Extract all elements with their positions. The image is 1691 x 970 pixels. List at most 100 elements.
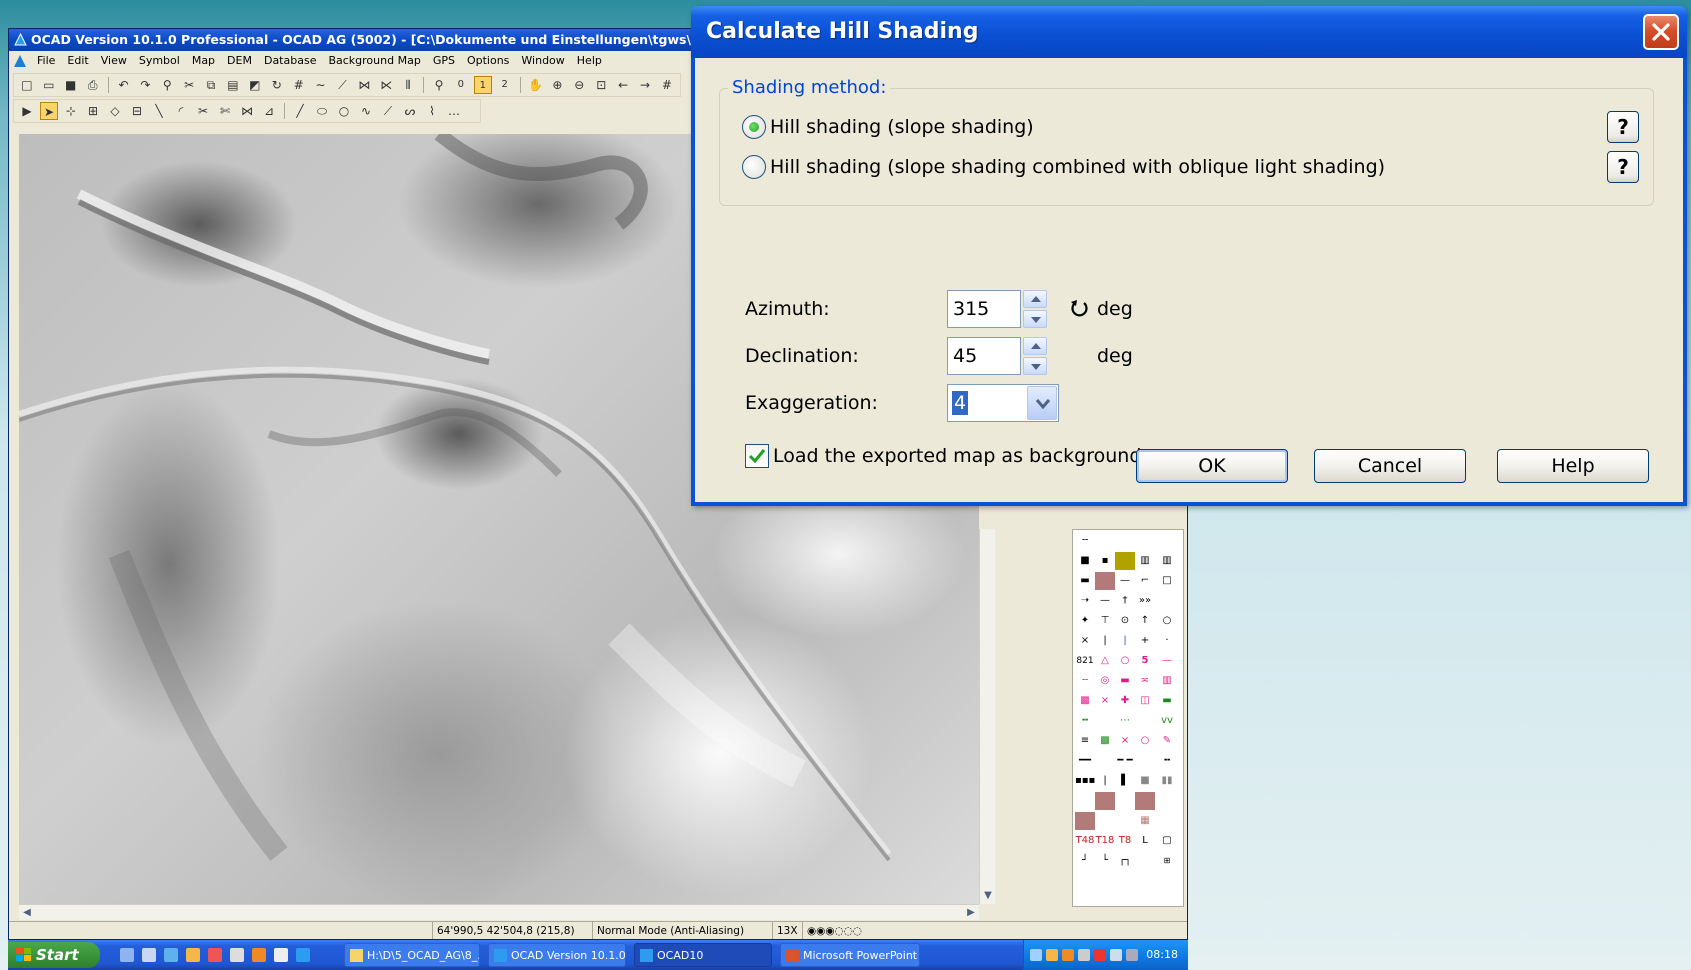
redo-icon[interactable]: ↷ [136,76,154,94]
split-icon[interactable]: ⋉ [377,76,395,94]
symbol-bold-tick[interactable]: ▌ [1115,772,1135,790]
symbol-black-dash-long[interactable]: ━━ [1075,752,1095,770]
align-icon[interactable]: ⫴ [399,76,417,94]
menu-file[interactable]: File [31,51,61,71]
tray-arrow-icon[interactable] [1030,949,1042,961]
taskbar-explorer-window[interactable]: H:\D\5_OCAD_AG\8_... [344,943,480,967]
symbol-black-dash-3[interactable]: ╍ [1157,752,1177,770]
menu-background-map[interactable]: Background Map [322,51,426,71]
move-point-icon[interactable]: ⊞ [84,102,102,120]
menu-dem[interactable]: DEM [221,51,258,71]
exaggeration-select[interactable]: 4 [947,384,1059,422]
symbol-plus[interactable]: + [1135,632,1155,650]
tray-security-icon[interactable] [1094,949,1106,961]
help-oblique-light-button[interactable]: ? [1607,151,1639,183]
symbol-dots-row[interactable]: ▪▪▪ [1075,772,1095,790]
symbol-gray-box[interactable]: ■ [1135,772,1155,790]
zoom-in-icon[interactable]: ⊕ [549,76,567,94]
symbol-magenta-scissors[interactable]: ≍ [1135,672,1155,690]
symbol-tick[interactable]: | [1095,772,1115,790]
symbol-chevrons[interactable]: »» [1135,592,1155,610]
menu-database[interactable]: Database [258,51,323,71]
explorer-icon[interactable] [142,948,156,962]
merge-icon[interactable]: ⋈ [355,76,373,94]
menu-window[interactable]: Window [515,51,570,71]
copy-icon[interactable]: ⧉ [202,76,220,94]
azimuth-spin-up-icon[interactable] [1023,290,1047,308]
taskbar-ocad10-window[interactable]: OCAD10 [634,943,772,967]
zoom-out-icon[interactable]: ⊖ [570,76,588,94]
symbol-green-cross-hatch[interactable]: ▩ [1095,732,1115,750]
symbol-thin-line[interactable]: — [1115,572,1135,590]
ellipse-icon[interactable]: ⬭ [313,102,331,120]
scroll-left-icon[interactable]: ◀ [19,905,35,921]
declination-spin-down-icon[interactable] [1023,357,1047,375]
smooth-icon[interactable]: ∼ [312,76,330,94]
menu-edit[interactable]: Edit [61,51,94,71]
symbol-magenta-cup[interactable]: ◫ [1135,692,1155,710]
status-view-mode-icons[interactable]: ◉◉◉◌◌◌ [802,922,902,939]
symbol-text-t8[interactable]: T8 [1115,832,1135,850]
symbol-grid-numbers[interactable]: ⊞ [1157,852,1177,870]
rotate-icon[interactable]: ↻ [268,76,286,94]
menu-options[interactable]: Options [461,51,515,71]
print-icon[interactable]: ⎙ [84,76,102,94]
numeric-icon[interactable]: ⌇ [423,102,441,120]
symbol-magenta-x2[interactable]: × [1115,732,1135,750]
symbol-black-rect[interactable]: ■ [1075,552,1095,570]
azimuth-spin-down-icon[interactable] [1023,310,1047,328]
play-icon[interactable]: ▶ [18,102,36,120]
symbol-olive-area[interactable] [1115,552,1135,570]
delete-vertex-icon[interactable]: ⊟ [128,102,146,120]
mail-icon[interactable] [208,948,222,962]
symbol-corner-1[interactable]: ┘ [1075,852,1095,870]
freehand-icon[interactable]: ∿ [357,102,375,120]
scroll-right-icon[interactable]: ▶ [963,905,979,921]
symbol-line-dashed[interactable]: ╌ [1075,532,1095,550]
symbol-magenta-target[interactable]: ◎ [1095,672,1115,690]
internet-explorer-icon[interactable] [164,948,178,962]
symbol-green-line[interactable]: ▬ [1157,692,1177,710]
radio-button-unchecked[interactable] [742,155,766,179]
rectangle-icon[interactable]: ⟋ [379,102,397,120]
open-file-icon[interactable]: ▭ [40,76,58,94]
show-desktop-icon[interactable] [120,948,134,962]
symbol-thick-line[interactable]: ▬ [1075,572,1095,590]
symbol-magenta-line[interactable]: — [1157,652,1177,670]
symbol-arrow-line[interactable]: ➝ [1075,592,1095,610]
tray-app-icon-2[interactable] [1062,949,1074,961]
help-button[interactable]: Help [1497,449,1649,483]
symbol-bars[interactable]: ▥ [1157,552,1177,570]
straight-line-icon[interactable]: ╱ [291,102,309,120]
taskbar-powerpoint-window[interactable]: Microsoft PowerPoint ... [780,943,920,967]
taskbar-ocad-window[interactable]: OCAD Version 10.1.0... [488,943,626,967]
declination-spin-up-icon[interactable] [1023,337,1047,355]
cancel-button[interactable]: Cancel [1314,449,1466,483]
symbol-circle[interactable]: ○ [1157,612,1177,630]
symbol-corner-3[interactable]: ┌┐ [1115,852,1135,870]
symbol-dash[interactable]: — [1095,592,1115,610]
ok-button[interactable]: OK [1136,449,1288,483]
layer-0-button[interactable]: 0 [452,76,470,94]
symbol-bar[interactable]: | [1095,632,1115,650]
symbol-small-square[interactable]: ▪ [1095,552,1115,570]
symbol-magenta-circle2[interactable]: ○ [1135,732,1155,750]
symbol-rounded-box[interactable]: ▢ [1157,832,1177,850]
cut-icon[interactable]: ✂ [180,76,198,94]
symbol-vertical-hatch[interactable]: ▥ [1135,552,1155,570]
menu-view[interactable]: View [95,51,133,71]
symbol-number-821[interactable]: 821 [1075,652,1095,670]
azimuth-input[interactable]: 315 [947,290,1021,328]
symbol-magenta-hatch[interactable]: ▥ [1157,672,1177,690]
symbol-cross[interactable]: † [1115,592,1135,610]
layer-1-button[interactable]: 1 [473,76,492,94]
help-slope-shading-button[interactable]: ? [1607,111,1639,143]
symbol-corner-2[interactable]: └ [1095,852,1115,870]
layer-2-button[interactable]: 2 [496,76,514,94]
load-background-checkbox-row[interactable]: Load the exported map as background map. [745,442,1196,470]
cut-hole-icon[interactable]: ✂ [194,102,212,120]
symbol-magenta-grid[interactable]: ▩ [1075,692,1095,710]
hand-pan-icon[interactable]: ✋ [527,76,545,94]
symbol-star[interactable]: ✦ [1075,612,1095,630]
notepad-icon[interactable] [274,948,288,962]
